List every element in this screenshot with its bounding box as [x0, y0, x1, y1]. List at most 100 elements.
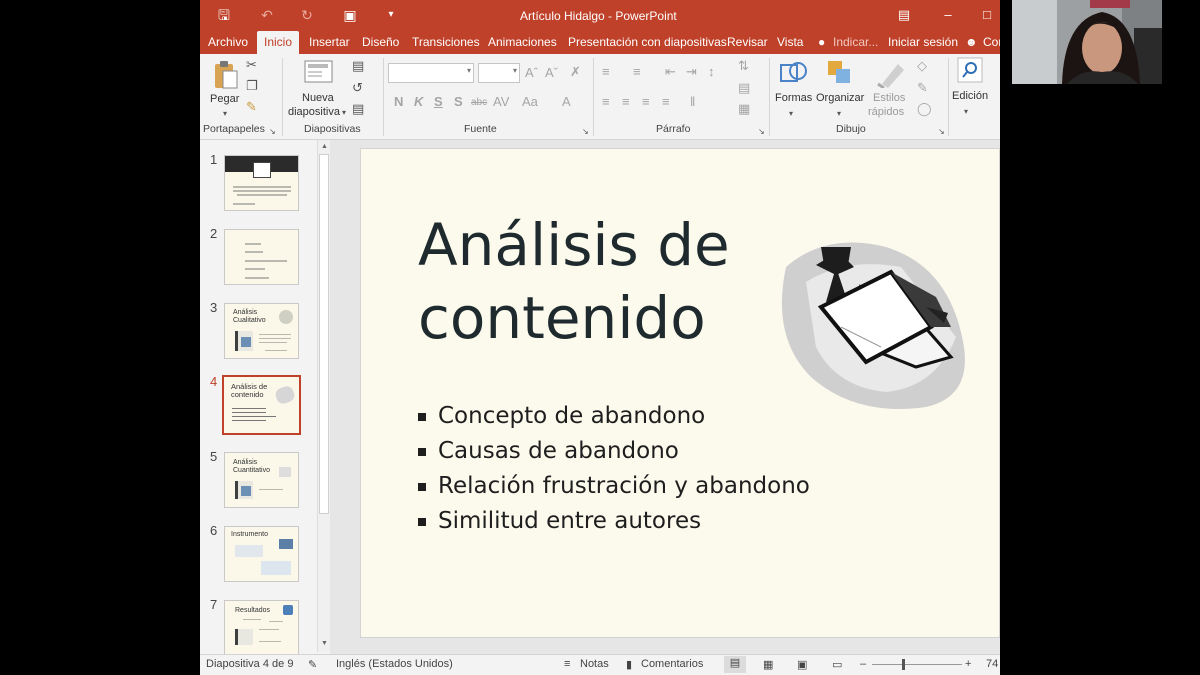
columns-icon[interactable]: ‖ [690, 94, 695, 110]
tab-inicio[interactable]: Inicio [257, 31, 300, 54]
shapes-dropdown-icon[interactable]: ▾ [789, 106, 793, 122]
underline-icon[interactable]: S [434, 94, 443, 110]
slide-thumbnail-7[interactable]: Resultados [224, 600, 299, 654]
new-slide-label[interactable]: Nueva [302, 91, 334, 105]
reset-icon[interactable]: ↺ [352, 80, 363, 96]
align-center-icon[interactable]: ≡ [622, 94, 630, 110]
cut-icon[interactable]: ✂ [246, 57, 257, 73]
new-slide-icon[interactable] [304, 60, 334, 84]
user-icon[interactable]: ☻ [965, 31, 978, 54]
sign-in-link[interactable]: Iniciar sesión [888, 31, 958, 54]
new-slide-label-2[interactable]: diapositiva [288, 105, 340, 119]
align-left-icon[interactable]: ≡ [602, 94, 610, 110]
language-indicator[interactable]: Inglés (Estados Unidos) [336, 658, 453, 670]
font-name-combo[interactable]: ▾ [388, 63, 474, 83]
decrease-font-icon[interactable]: Aˇ [545, 65, 558, 81]
slide-bullet-list[interactable]: Concepto de abandono Causas de abandono … [418, 399, 810, 539]
shapes-icon[interactable] [778, 59, 810, 89]
share-link[interactable]: Cor [983, 31, 1000, 54]
tab-revisar[interactable]: Revisar [727, 31, 768, 54]
book-clipart-image[interactable] [766, 227, 971, 417]
clear-formatting-icon[interactable]: ✗ [570, 64, 581, 80]
slide-thumbnail-2[interactable] [224, 229, 299, 285]
spelling-check-icon[interactable]: ✎ [308, 658, 317, 671]
tab-vista[interactable]: Vista [777, 31, 803, 54]
normal-view-icon[interactable]: ▤ [724, 656, 746, 673]
strikethrough-icon[interactable]: abc [471, 95, 487, 111]
scrollbar-thumb[interactable] [319, 154, 329, 514]
text-direction-icon[interactable]: ⇅ [738, 58, 749, 74]
quick-styles-icon[interactable] [876, 60, 906, 88]
shape-fill-icon[interactable]: ◇ [917, 58, 927, 74]
shape-outline-icon[interactable]: ✎ [917, 80, 928, 96]
arrange-icon[interactable] [826, 59, 856, 89]
zoom-level[interactable]: 74 [986, 658, 998, 670]
copy-icon[interactable]: ❐ [246, 78, 258, 94]
quick-styles-label[interactable]: Estilos [873, 91, 905, 105]
numbering-icon[interactable]: ≡ [633, 64, 641, 80]
scroll-up-icon[interactable]: ▲ [319, 141, 330, 153]
slideshow-icon[interactable]: ▭ [832, 658, 842, 671]
line-spacing-icon[interactable]: ↕ [708, 64, 715, 80]
zoom-in-icon[interactable]: + [965, 658, 971, 670]
increase-font-icon[interactable]: Aˆ [525, 65, 538, 81]
editing-dropdown-icon[interactable]: ▾ [964, 104, 968, 120]
clipboard-launcher-icon[interactable]: ↘ [269, 124, 276, 140]
minimize-icon[interactable]: – [938, 6, 958, 24]
format-painter-icon[interactable]: ✎ [246, 99, 257, 115]
tab-transiciones[interactable]: Transiciones [412, 31, 480, 54]
zoom-slider[interactable] [872, 664, 962, 665]
drawing-launcher-icon[interactable]: ↘ [938, 124, 945, 140]
zoom-slider-handle[interactable] [902, 659, 905, 670]
section-icon[interactable]: ▤ [352, 101, 364, 117]
char-spacing-icon[interactable]: AV [493, 94, 509, 110]
tab-archivo[interactable]: Archivo [208, 31, 248, 54]
tab-diseno[interactable]: Diseño [362, 31, 399, 54]
customize-toolbar-icon[interactable]: ▾ [385, 6, 397, 24]
tab-insertar[interactable]: Insertar [309, 31, 350, 54]
slide-thumbnail-5[interactable]: Análisis Cuantitativo [224, 452, 299, 508]
tab-animaciones[interactable]: Animaciones [488, 31, 557, 54]
justify-icon[interactable]: ≡ [662, 94, 670, 110]
italic-icon[interactable]: K [414, 94, 423, 110]
ribbon-display-options-icon[interactable]: ▤ [894, 6, 914, 24]
slide-sorter-icon[interactable]: ▦ [763, 658, 773, 671]
quick-styles-label-2[interactable]: rápidos [868, 105, 904, 119]
tab-presentacion[interactable]: Presentación con diapositivas [568, 31, 727, 54]
undo-icon[interactable]: ↶ [256, 6, 278, 24]
new-slide-dropdown-icon[interactable]: ▾ [342, 105, 346, 121]
align-right-icon[interactable]: ≡ [642, 94, 650, 110]
font-launcher-icon[interactable]: ↘ [582, 124, 589, 140]
shapes-label[interactable]: Formas [775, 91, 812, 105]
slide-thumbnail-4[interactable]: Análisis de contenido [222, 375, 301, 435]
start-from-beginning-icon[interactable]: ▣ [340, 6, 360, 24]
comments-button[interactable]: Comentarios [641, 658, 703, 670]
maximize-icon[interactable]: □ [977, 6, 997, 24]
notes-button[interactable]: Notas [580, 658, 609, 670]
slide-title[interactable]: Análisis de contenido [418, 209, 778, 355]
font-size-combo[interactable]: ▾ [478, 63, 520, 83]
paste-dropdown-icon[interactable]: ▾ [210, 106, 240, 122]
editing-label[interactable]: Edición [952, 89, 988, 103]
align-text-icon[interactable]: ▤ [738, 80, 750, 96]
slide-thumbnail-3[interactable]: Análisis Cualitativo [224, 303, 299, 359]
arrange-label[interactable]: Organizar [816, 91, 864, 105]
zoom-out-icon[interactable]: – [860, 658, 866, 670]
arrange-dropdown-icon[interactable]: ▾ [837, 106, 841, 122]
decrease-indent-icon[interactable]: ⇤ [665, 64, 676, 80]
paste-button-label[interactable]: Pegar [210, 92, 239, 106]
increase-indent-icon[interactable]: ⇥ [686, 64, 697, 80]
smartart-icon[interactable]: ▦ [738, 101, 750, 117]
bold-icon[interactable]: N [394, 94, 403, 110]
comments-icon[interactable]: ▮ [626, 658, 632, 671]
paste-icon[interactable] [212, 60, 240, 90]
layout-icon[interactable]: ▤ [352, 58, 364, 74]
thumbnails-scrollbar[interactable]: ▲ ▼ [317, 140, 330, 652]
paragraph-launcher-icon[interactable]: ↘ [758, 124, 765, 140]
redo-icon[interactable]: ↻ [298, 6, 316, 24]
save-icon[interactable]: 🖫 [214, 6, 234, 24]
tell-me-box[interactable]: Indicar... [833, 31, 878, 54]
shadow-icon[interactable]: S [454, 94, 463, 110]
change-case-icon[interactable]: Aa [522, 94, 538, 110]
font-color-icon[interactable]: A [562, 94, 571, 110]
